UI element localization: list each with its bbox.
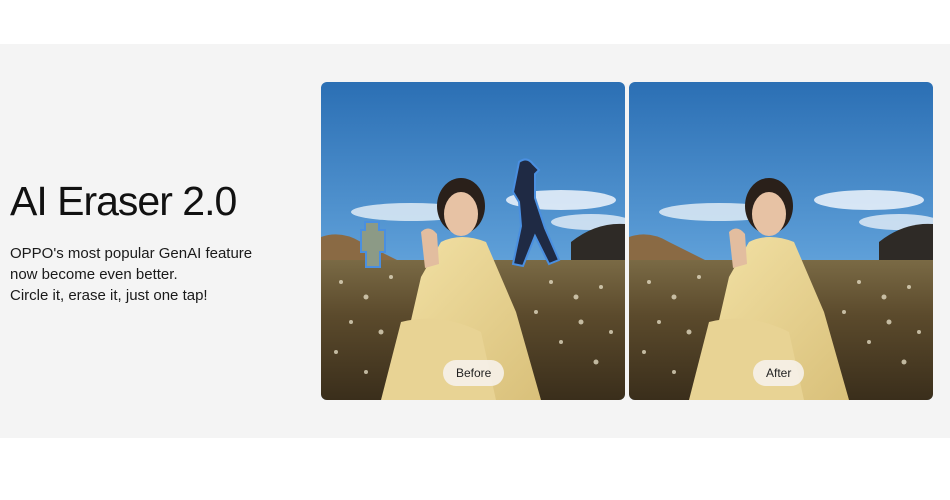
before-label: Before [443,360,505,386]
before-image-panel: Before [321,82,625,400]
description-line-1: OPPO's most popular GenAI feature [10,245,253,262]
after-image-panel: After [629,82,933,400]
after-photo [629,82,933,400]
feature-description: OPPO's most popular GenAI feature now be… [10,243,310,306]
before-photo [321,82,625,400]
after-label: After [753,360,805,386]
feature-title: AI Eraser 2.0 [10,178,237,224]
description-line-3: Circle it, erase it, just one tap! [10,287,208,304]
description-line-2: now become even better. [10,266,178,283]
